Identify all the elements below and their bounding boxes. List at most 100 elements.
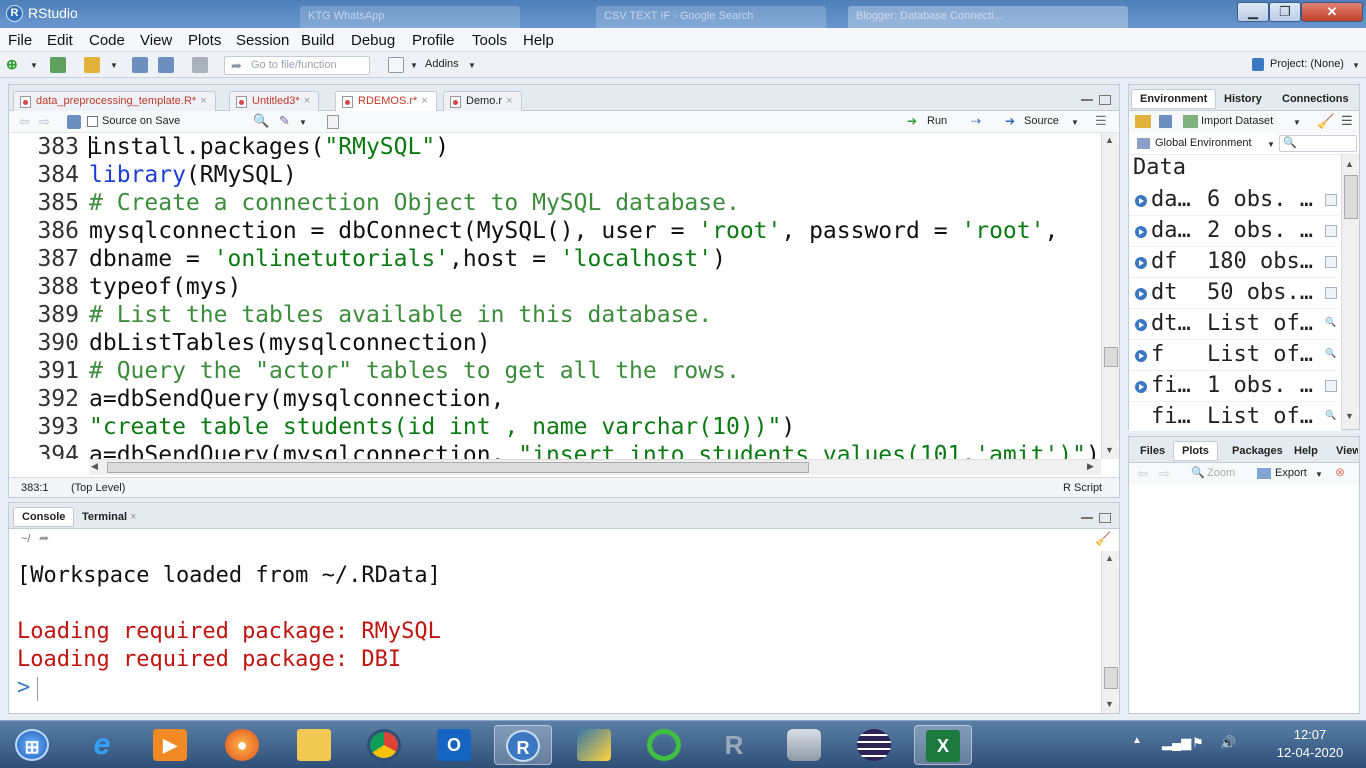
new-file-icon[interactable]: ⊕ [6,57,22,73]
close-icon[interactable]: × [200,95,206,107]
close-icon[interactable]: × [421,95,427,107]
taskbar-app-firefox[interactable]: ● [214,725,272,765]
chevron-down-icon[interactable]: ▼ [299,118,307,127]
chevron-down-icon[interactable]: ▼ [1315,470,1323,479]
maximize-button[interactable]: ❐ [1269,2,1301,22]
console-vertical-scrollbar[interactable]: ▲ ▼ [1101,551,1119,713]
volume-icon[interactable]: 🔊 [1220,735,1236,751]
close-icon[interactable]: × [304,95,310,107]
environment-scrollbar[interactable]: ▲ ▼ [1341,155,1359,429]
open-folder-icon[interactable] [1135,115,1151,128]
magic-wand-icon[interactable]: ✎ [279,113,290,129]
scroll-up-icon[interactable]: ▲ [1345,159,1354,169]
export-button[interactable]: Export [1275,467,1307,479]
taskbar-app-chrome[interactable] [356,725,414,765]
maximize-pane-icon[interactable] [1099,95,1111,105]
environment-row[interactable]: dt… List of… 🔍 [1129,309,1339,340]
taskbar-app-media[interactable]: ▶ [142,725,200,765]
taskbar-app-excel[interactable]: X [914,725,972,765]
compile-report-icon[interactable] [327,115,339,129]
environment-row[interactable]: f List of… 🔍 [1129,340,1339,371]
tab-connections[interactable]: Connections [1273,89,1358,109]
expand-arrow-icon[interactable] [1135,381,1147,393]
outline-icon[interactable]: ☰ [1095,113,1107,129]
expand-arrow-icon[interactable] [1135,350,1147,362]
menu-session[interactable]: Session [236,32,289,49]
editor-vertical-scrollbar[interactable]: ▲ ▼ [1101,133,1119,459]
forward-arrow-icon[interactable]: ⇨ [1159,466,1170,482]
file-type-selector[interactable]: R Script [1063,482,1102,494]
back-arrow-icon[interactable]: ⇦ [19,114,30,130]
tab-viewer[interactable]: Viewer [1331,441,1359,461]
taskbar-app-r-gui[interactable]: R [706,725,764,765]
scroll-down-icon[interactable]: ▼ [1105,699,1114,709]
expand-arrow-icon[interactable] [1135,288,1147,300]
system-clock[interactable]: 12:07 12-04-2020 [1270,726,1350,762]
scroll-up-icon[interactable]: ▲ [1105,553,1114,563]
taskbar-app-eclipse[interactable] [846,725,904,765]
source-on-save-checkbox[interactable] [87,116,98,127]
console-prompt[interactable]: > [17,675,30,700]
search-icon[interactable]: 🔍 [1325,411,1337,423]
chevron-down-icon[interactable]: ▼ [1293,118,1301,127]
global-environment-selector[interactable]: Global Environment [1155,137,1252,149]
environment-search-input[interactable]: 🔍 [1279,135,1357,152]
tab-environment[interactable]: Environment [1131,89,1217,109]
environment-scroll-thumb[interactable] [1344,175,1358,219]
tab-files[interactable]: Files [1131,441,1174,461]
tray-expand-icon[interactable]: ▲ [1132,735,1142,746]
save-all-icon[interactable] [158,57,174,73]
tab-packages[interactable]: Packages [1223,441,1292,461]
table-icon[interactable] [1325,287,1337,299]
menu-code[interactable]: Code [89,32,125,49]
editor-vscroll-thumb[interactable] [1104,347,1118,367]
grid-layout-icon[interactable] [388,57,404,73]
import-dataset-button[interactable]: Import Dataset [1201,115,1273,127]
minimize-pane-icon[interactable] [1081,515,1093,519]
print-icon[interactable] [192,57,208,73]
action-center-icon[interactable]: ⚑ [1192,735,1204,751]
expand-arrow-icon[interactable] [1135,257,1147,269]
remove-plot-icon[interactable]: ⊗ [1335,465,1345,479]
expand-arrow-icon[interactable] [1135,195,1147,207]
table-icon[interactable] [1325,225,1337,237]
scroll-down-icon[interactable]: ▼ [1105,445,1114,455]
taskbar-app-python[interactable] [566,725,624,765]
save-icon[interactable] [132,57,148,73]
clear-console-icon[interactable]: 🧹 [1095,531,1111,547]
menu-help[interactable]: Help [523,32,554,49]
scope-selector[interactable]: (Top Level) [71,482,125,494]
chevron-down-icon[interactable]: ▼ [1071,118,1079,127]
tab-help[interactable]: Help [1285,441,1327,461]
rerun-icon[interactable]: ⇢ [971,114,981,128]
environment-row[interactable]: fi… 1 obs. … [1129,371,1339,402]
close-button[interactable]: ✕ [1301,2,1363,22]
tab-plots[interactable]: Plots [1173,441,1218,461]
chevron-down-icon[interactable]: ▼ [1267,140,1275,149]
chevron-down-icon[interactable]: ▼ [110,61,118,70]
menu-file[interactable]: File [8,32,32,49]
search-icon[interactable]: 🔍 [253,113,269,129]
background-tab[interactable]: CSV TEXT IF - Google Search [596,6,826,28]
search-icon[interactable]: 🔍 [1325,318,1337,330]
taskbar-app-database[interactable] [776,725,834,765]
broom-icon[interactable]: 🧹 [1317,113,1334,130]
project-menu[interactable]: Project: (None) [1270,58,1344,70]
menu-edit[interactable]: Edit [47,32,73,49]
goto-directory-icon[interactable]: ➦ [39,531,49,545]
run-button[interactable]: Run [927,115,947,127]
close-icon[interactable]: × [506,95,512,107]
tab-console[interactable]: Console [13,507,75,527]
table-icon[interactable] [1325,380,1337,392]
taskbar-app-explorer[interactable] [286,725,344,765]
scroll-right-icon[interactable]: ▶ [1087,461,1094,472]
minimize-button[interactable]: ▁ [1237,2,1269,22]
save-icon[interactable] [67,115,81,129]
save-icon[interactable] [1159,115,1172,128]
environment-row[interactable]: da… 6 obs. … [1129,185,1339,216]
goto-file-input[interactable]: ➦ Go to file/function [224,56,370,75]
scroll-left-icon[interactable]: ◀ [91,461,98,472]
tab-data-preprocessing[interactable]: data_preprocessing_template.R* × [13,91,216,112]
editor-horizontal-scrollbar[interactable]: ◀ ▶ [89,459,1101,475]
console-vscroll-thumb[interactable] [1104,667,1118,689]
